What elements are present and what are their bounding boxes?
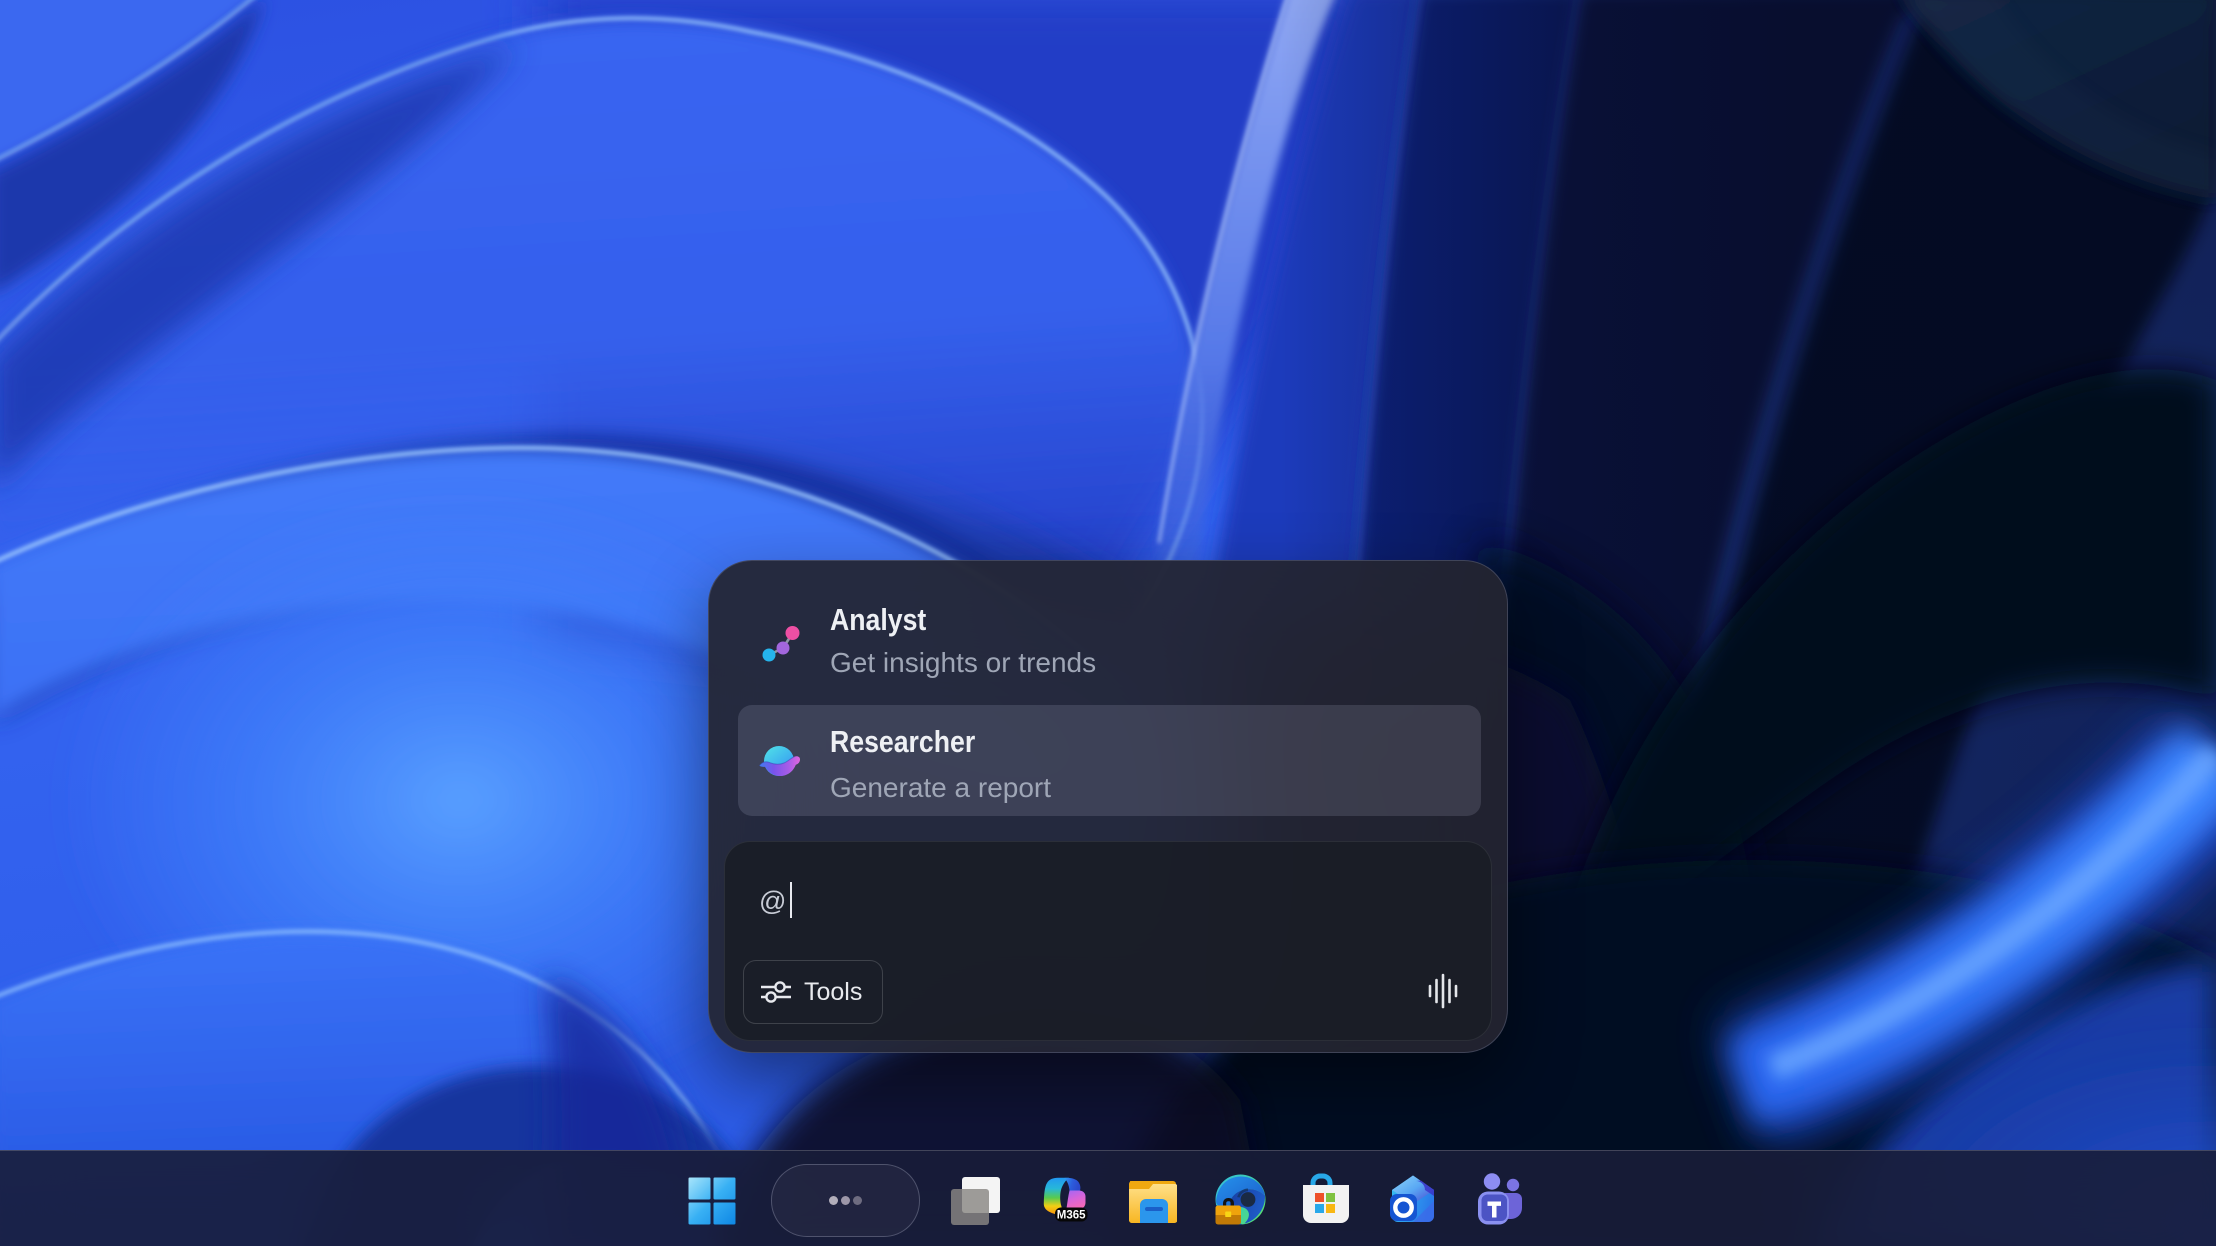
svg-text:M365: M365	[1057, 1209, 1086, 1221]
